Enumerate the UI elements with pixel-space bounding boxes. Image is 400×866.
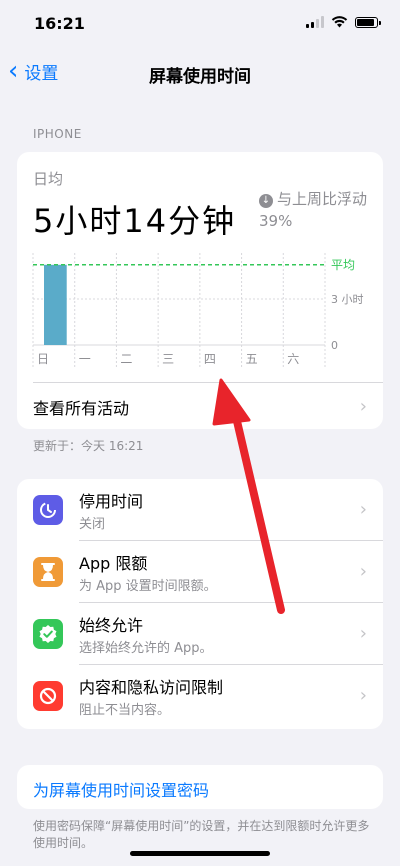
see-all-activity-label: 查看所有活动 — [33, 398, 130, 418]
arrow-down-circle-icon: ↓ — [259, 194, 273, 208]
daily-average-label: 日均 — [33, 170, 64, 188]
status-bar: 16:21 — [0, 0, 400, 48]
chart-bar — [44, 264, 67, 345]
navigation-bar: ‹ 设置 屏幕使用时间 — [0, 52, 400, 92]
setting-row-content-privacy[interactable]: 内容和隐私访问限制 阻止不当内容。 › — [17, 665, 383, 727]
chevron-right-icon: › — [359, 396, 367, 417]
setting-row-downtime[interactable]: 停用时间 关闭 › — [17, 479, 383, 541]
chart-x-tick-label: 日 — [37, 352, 49, 366]
wifi-icon — [331, 16, 348, 28]
setting-title: App 限额 — [79, 554, 148, 573]
restriction-icon — [33, 681, 63, 711]
device-section-label: IPHONE — [33, 127, 82, 141]
passcode-footer-text: 使用密码保障“屏幕使用时间”的设置，并在达到限额时允许更多使用时间。 — [33, 819, 370, 850]
battery-icon — [355, 16, 381, 28]
hourglass-icon — [33, 557, 63, 587]
chevron-right-icon: › — [359, 623, 367, 644]
cellular-signal-icon — [306, 16, 324, 28]
usage-summary-card[interactable]: 日均 5小时14分钟 ↓ 与上周比浮动 39% 3 小时 0 平均日 一 二 三 四 五 六 查看… — [17, 152, 383, 429]
page-title: 屏幕使用时间 — [149, 67, 251, 87]
updated-timestamp: 更新于：今天 16:21 — [33, 439, 144, 453]
usage-bar-chart: 3 小时 0 平均日 一 二 三 四 五 六 — [32, 253, 364, 367]
setting-title: 停用时间 — [79, 492, 144, 511]
usage-chart[interactable]: 3 小时 0 平均日 一 二 三 四 五 六 — [17, 248, 383, 374]
checkmark-badge-icon — [33, 619, 63, 649]
settings-list: 停用时间 关闭 › App 限额 为 App 设置时间限额。 › 始终允许 选择… — [17, 479, 383, 729]
setting-row-app-limits[interactable]: App 限额 为 App 设置时间限额。 › — [17, 541, 383, 603]
passcode-card: 为屏幕使用时间设置密码 — [17, 765, 383, 809]
chart-x-tick-label: 三 — [162, 352, 174, 366]
chart-x-tick-label: 一 — [79, 352, 91, 366]
setting-title: 内容和隐私访问限制 — [79, 678, 224, 697]
setting-row-always-allowed[interactable]: 始终允许 选择始终允许的 App。 › — [17, 603, 383, 665]
status-time: 16:21 — [34, 14, 85, 33]
chart-x-tick-label: 四 — [204, 352, 216, 366]
chart-x-tick-label: 二 — [120, 352, 132, 366]
daily-average-value: 5小时14分钟 — [33, 202, 237, 240]
chart-x-tick-label: 五 — [246, 352, 258, 366]
status-icons — [306, 16, 381, 28]
downtime-icon — [33, 495, 63, 525]
setting-title: 始终允许 — [79, 616, 144, 635]
chart-average-label: 平均 — [331, 258, 355, 272]
set-passcode-button[interactable]: 为屏幕使用时间设置密码 — [33, 777, 209, 801]
comparison-text: 与上周比浮动 39% — [259, 190, 368, 230]
setting-subtitle: 为 App 设置时间限额。 — [79, 579, 217, 594]
setting-subtitle: 阻止不当内容。 — [79, 703, 171, 718]
home-indicator[interactable] — [130, 851, 270, 856]
chevron-right-icon: › — [359, 561, 367, 582]
chart-x-tick-label: 六 — [287, 352, 299, 366]
setting-subtitle: 选择始终允许的 App。 — [79, 641, 213, 656]
chevron-right-icon: › — [359, 685, 367, 706]
see-all-activity-button[interactable]: 查看所有活动 › — [33, 382, 383, 429]
chart-y-tick-label: 0 — [331, 339, 338, 352]
setting-subtitle: 关闭 — [79, 517, 106, 532]
chevron-right-icon: › — [359, 499, 367, 520]
weekly-comparison: ↓ 与上周比浮动 39% — [259, 188, 379, 232]
chart-y-tick-label: 3 小时 — [331, 293, 364, 306]
